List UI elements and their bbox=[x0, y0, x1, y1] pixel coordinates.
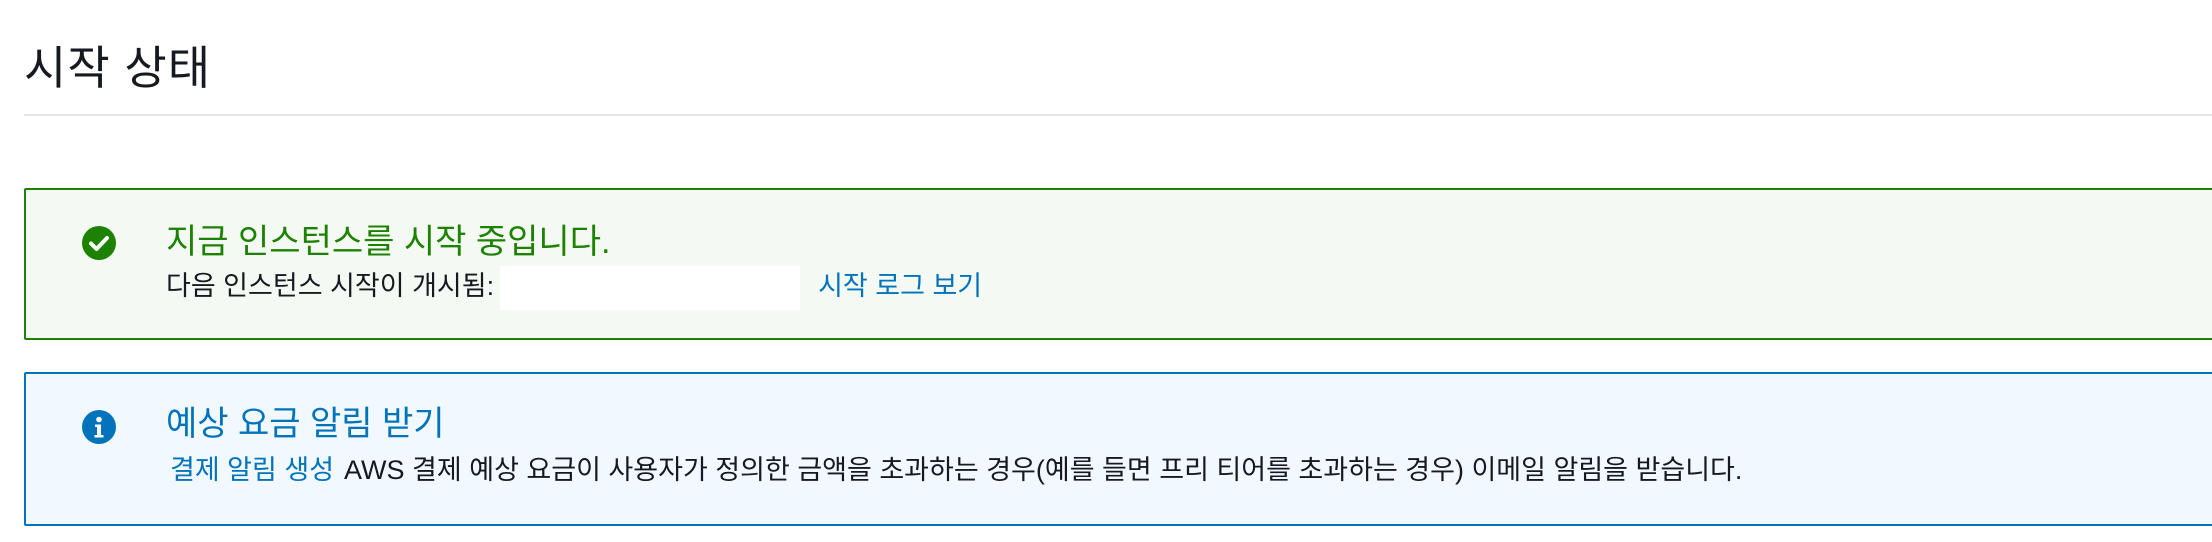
launch-initiated-text: 다음 인스턴스 시작이 개시됨: bbox=[166, 271, 495, 301]
instance-id-field[interactable] bbox=[500, 265, 801, 310]
page-title: 시작 상태 bbox=[24, 42, 212, 94]
launch-success-alert: 지금 인스턴스를 시작 중입니다. 다음 인스턴스 시작이 개시됨: 시작 로그 … bbox=[24, 188, 2212, 340]
check-circle-icon bbox=[82, 226, 116, 260]
billing-alert-info: 예상 요금 알림 받기 결제 알림 생성 AWS 결제 예상 요금이 사용자가 정… bbox=[24, 372, 2212, 526]
billing-alert-description: AWS 결제 예상 요금이 사용자가 정의한 금액을 초과하는 경우(예를 들면… bbox=[344, 455, 1743, 485]
create-billing-alert-link[interactable]: 결제 알림 생성 bbox=[170, 455, 334, 485]
view-launch-log-link[interactable]: 시작 로그 보기 bbox=[818, 271, 982, 301]
info-circle-icon bbox=[82, 410, 116, 444]
info-alert-body: 결제 알림 생성 AWS 결제 예상 요금이 사용자가 정의한 금액을 초과하는 … bbox=[170, 448, 1742, 492]
title-divider bbox=[24, 114, 2212, 116]
success-alert-body: 다음 인스턴스 시작이 개시됨: 시작 로그 보기 bbox=[166, 264, 982, 310]
info-alert-heading: 예상 요금 알림 받기 bbox=[166, 405, 445, 443]
launch-status-page: 시작 상태 지금 인스턴스를 시작 중입니다. 다음 인스턴스 시작이 개시됨:… bbox=[0, 0, 2212, 542]
success-alert-heading: 지금 인스턴스를 시작 중입니다. bbox=[166, 223, 611, 261]
